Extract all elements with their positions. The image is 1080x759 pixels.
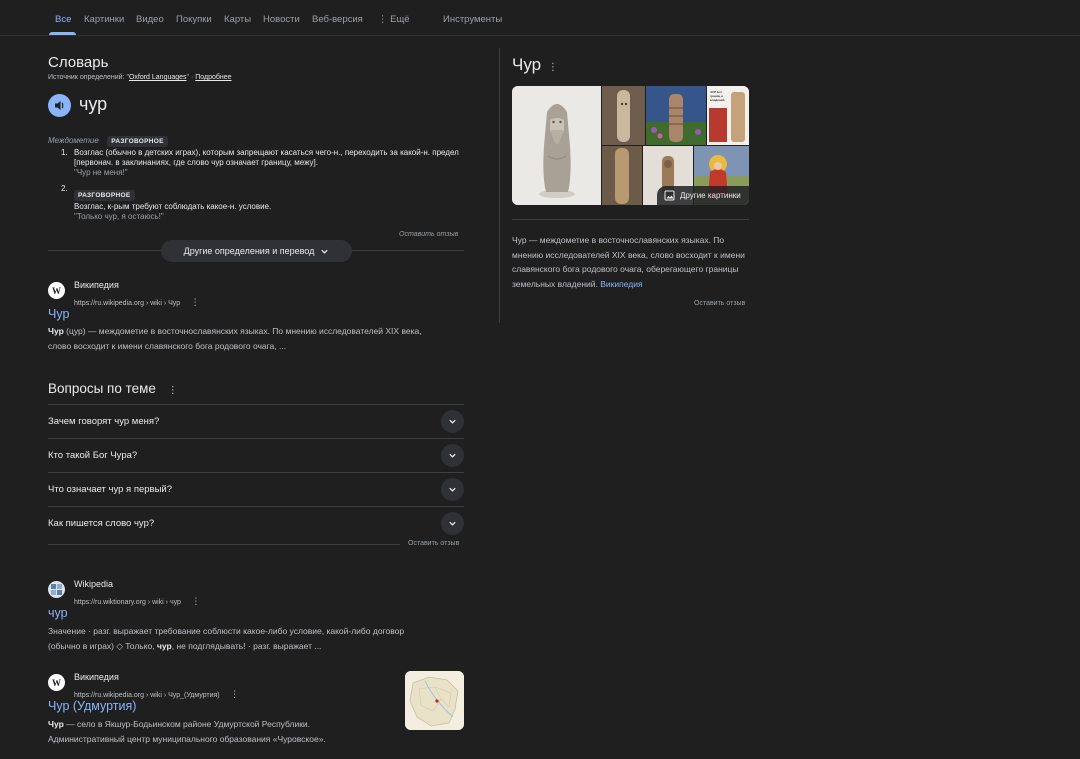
speaker-icon: [55, 101, 64, 110]
definition-text: Возглас (обычно в детских играх), которы…: [74, 148, 459, 167]
chevron-down-icon: [449, 419, 456, 424]
chevron-down-icon: [321, 249, 329, 254]
result-site-name: Wikipedia: [74, 579, 114, 589]
tab-images[interactable]: Картинки: [84, 14, 124, 25]
more-vert-icon[interactable]: ⋮: [191, 596, 200, 606]
dictionary-source: Источник определений: "Oxford Languages"…: [48, 74, 232, 81]
more-vert-icon[interactable]: ⋮: [168, 385, 178, 396]
pronounce-button[interactable]: [48, 94, 71, 117]
kp-image[interactable]: [602, 86, 645, 145]
dictionary-word: чур: [79, 94, 108, 114]
expand-button[interactable]: [441, 410, 464, 433]
chevron-down-icon: [449, 453, 456, 458]
kp-title: Чур ⋮: [512, 55, 558, 74]
wooden-figure-image: [512, 86, 601, 205]
part-of-speech-row: Междометие РАЗГОВОРНОЕ: [48, 130, 168, 148]
chevron-down-icon: [449, 521, 456, 526]
definition-2: РАЗГОВОРНОЕ Возглас, к-рым требуют соблю…: [74, 184, 466, 222]
column-divider: [499, 48, 500, 323]
chevron-down-icon: [449, 487, 456, 492]
tab-shopping[interactable]: Покупки: [176, 14, 212, 25]
book-caption: ЧУР Бог границ и владений: [710, 90, 725, 102]
result-url[interactable]: https://ru.wiktionary.org › wiki › чур: [74, 599, 181, 606]
more-vert-icon[interactable]: ⋮: [191, 297, 200, 307]
definition-1: Возглас (обычно в детских играх), которы…: [74, 148, 466, 178]
kp-image[interactable]: [602, 146, 642, 205]
result-snippet: Чур — село в Якшур-Бодьинском районе Удм…: [48, 719, 326, 744]
result-url-row: https://ru.wiktionary.org › wiki › чур ⋮: [74, 591, 200, 609]
dictionary-title: Словарь: [48, 54, 109, 71]
feedback-link[interactable]: Оставить отзыв: [694, 300, 745, 307]
result-url[interactable]: https://ru.wikipedia.org › wiki › Чур: [74, 300, 180, 307]
definition-example: "Чур не меня!": [74, 168, 128, 177]
result-title-link[interactable]: чур: [48, 606, 68, 620]
more-images-button[interactable]: Другие картинки: [657, 186, 749, 205]
definition-example: "Только чур, я остаюсь!": [74, 212, 164, 221]
expand-button[interactable]: [441, 512, 464, 535]
divider: [512, 219, 749, 220]
image-icon: [664, 190, 675, 201]
paa-question[interactable]: Что означает чур я первый?: [48, 472, 464, 506]
result-snippet: Чур (цур) — междометие в восточнославянс…: [48, 326, 422, 351]
expand-button[interactable]: [441, 444, 464, 467]
more-definitions-button[interactable]: Другие определения и перевод: [161, 240, 352, 262]
definition-text: Возглас, к-рым требуют соблюдать какое-н…: [74, 202, 272, 211]
feedback-link[interactable]: Оставить отзыв: [399, 231, 458, 238]
kp-image-book[interactable]: ЧУР Бог границ и владений: [707, 86, 749, 145]
active-tab-indicator: [49, 32, 76, 35]
tab-web[interactable]: Веб-версия: [312, 14, 363, 25]
oxford-link[interactable]: Oxford Languages: [129, 74, 187, 81]
feedback-link[interactable]: Оставить отзыв: [408, 540, 459, 547]
divider: [48, 544, 400, 545]
more-vert-icon: ⋮: [378, 14, 388, 25]
map-thumbnail[interactable]: [405, 671, 464, 730]
paa-question[interactable]: Кто такой Бог Чура?: [48, 438, 464, 472]
paa-question[interactable]: Как пишется слово чур?: [48, 506, 464, 540]
paa-title: Вопросы по теме ⋮: [48, 381, 178, 396]
kp-source-link[interactable]: Википедия: [600, 279, 642, 289]
register-badge: РАЗГОВОРНОЕ: [107, 136, 168, 147]
tab-news[interactable]: Новости: [263, 14, 300, 25]
tab-more[interactable]: ⋮ Ещё: [378, 14, 410, 25]
tab-maps[interactable]: Карты: [224, 14, 251, 25]
part-of-speech: Междометие: [48, 136, 99, 145]
more-info-link[interactable]: Подробнее: [195, 74, 231, 81]
wikipedia-favicon-icon: W: [48, 674, 65, 691]
more-vert-icon[interactable]: ⋮: [548, 62, 558, 73]
paa-question[interactable]: Зачем говорят чур меня?: [48, 404, 464, 438]
more-vert-icon[interactable]: ⋮: [230, 689, 239, 699]
result-title-link[interactable]: Чур (Удмуртия): [48, 699, 136, 713]
tools-button[interactable]: Инструменты: [443, 14, 502, 25]
result-title-link[interactable]: Чур: [48, 307, 69, 321]
kp-description: Чур — междометие в восточнославянских яз…: [512, 235, 745, 289]
result-site-name: Википедия: [74, 672, 119, 682]
kp-image-main[interactable]: [512, 86, 601, 205]
wikipedia-favicon-icon: W: [48, 282, 65, 299]
kp-image[interactable]: [646, 86, 706, 145]
result-site-name: Википедия: [74, 280, 119, 290]
register-badge: РАЗГОВОРНОЕ: [74, 190, 135, 201]
result-url[interactable]: https://ru.wikipedia.org › wiki › Чур_(У…: [74, 692, 220, 699]
tab-video[interactable]: Видео: [136, 14, 164, 25]
tab-all[interactable]: Все: [55, 14, 71, 25]
wiktionary-favicon-icon: [48, 581, 65, 598]
map-image: [405, 671, 464, 730]
search-tabs-bar: Все Картинки Видео Покупки Карты Новости…: [0, 0, 1080, 36]
definition-number: 2.: [61, 184, 68, 193]
definition-number: 1.: [61, 148, 68, 157]
expand-button[interactable]: [441, 478, 464, 501]
result-snippet: Значение · разг. выражает требование соб…: [48, 626, 405, 651]
result-url-row: https://ru.wikipedia.org › wiki › Чур ⋮: [74, 292, 200, 310]
